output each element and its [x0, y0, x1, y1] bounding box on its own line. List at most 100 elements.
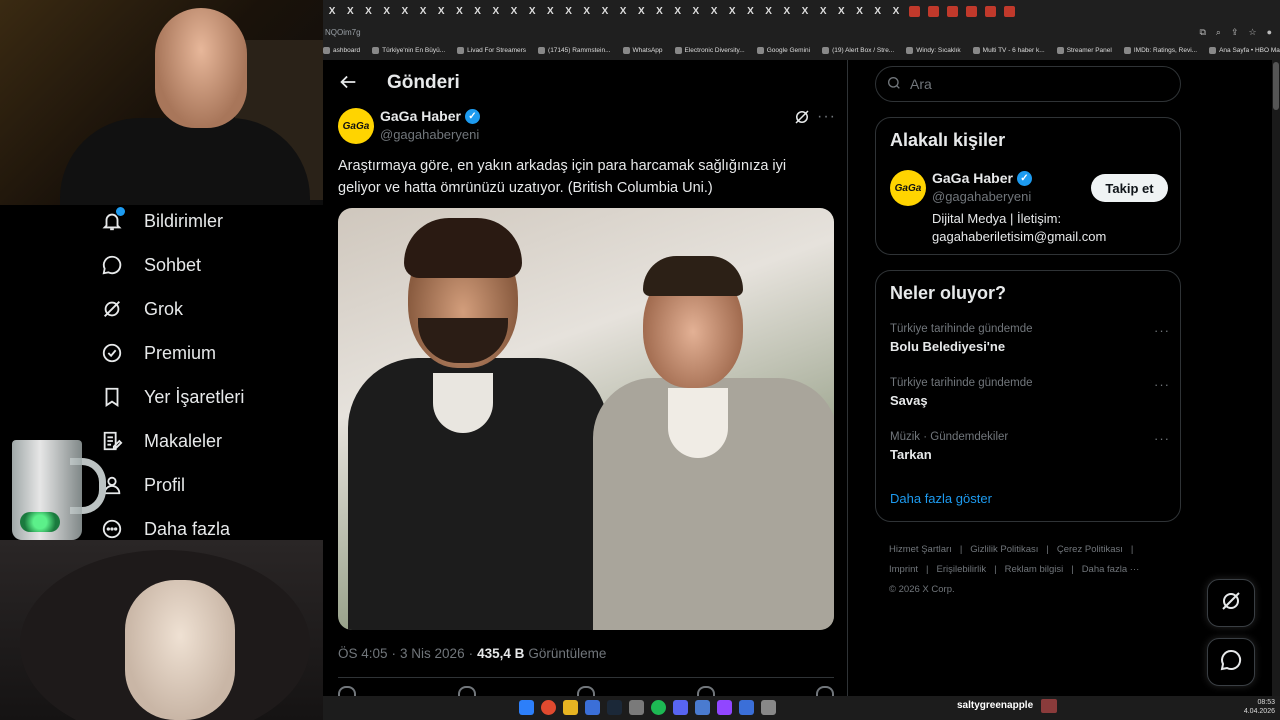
reply-icon[interactable] [338, 686, 356, 696]
browser-tab-x-icon[interactable]: X [469, 6, 487, 17]
related-handle[interactable]: @gagahaberyeni [932, 189, 1031, 204]
steam-icon[interactable] [607, 700, 622, 715]
browser-tab-x-icon[interactable]: X [650, 6, 668, 17]
footer-link[interactable]: Daha fazla ··· [1082, 564, 1140, 575]
bookmark-item[interactable]: Streamer Panel [1056, 46, 1112, 54]
browser-tab-x-icon[interactable]: X [741, 6, 759, 17]
grok-floating-button[interactable] [1207, 579, 1255, 627]
like-icon[interactable] [577, 686, 595, 696]
browser-tab-x-icon[interactable]: X [487, 6, 505, 17]
post-more-options-icon[interactable]: ··· [817, 108, 836, 126]
browser-tab-x-icon[interactable]: X [432, 6, 450, 17]
nav-item-articles[interactable]: Makaleler [100, 423, 222, 459]
messages-floating-button[interactable] [1207, 638, 1255, 686]
address-bar[interactable]: NQOim7g ⧉ ⌕ ⇪ ☆ ● [323, 22, 1280, 42]
browser-tab-x-icon[interactable]: X [578, 6, 596, 17]
start-icon[interactable] [519, 700, 534, 715]
bookmark-item[interactable]: (17145) Rammstein... [538, 46, 611, 54]
browser-tab-x-icon[interactable]: X [359, 6, 377, 17]
system-tray-clock[interactable]: 08:53 4.04.2026 [1183, 698, 1275, 716]
app-icon[interactable] [739, 700, 754, 715]
star-icon[interactable]: ☆ [1248, 27, 1256, 38]
app-icon[interactable] [629, 700, 644, 715]
post-date[interactable]: 3 Nis 2026 [400, 646, 465, 661]
trend-more-icon[interactable]: ··· [1154, 377, 1170, 392]
browser-tab-x-icon[interactable]: X [687, 6, 705, 17]
browser-tab-x-icon[interactable]: X [614, 6, 632, 17]
browser-tab-red-icon[interactable] [947, 5, 958, 17]
browser-tab-x-icon[interactable]: X [669, 6, 687, 17]
author-name[interactable]: GaGa Haber ✓ [380, 108, 480, 124]
browser-tab-x-icon[interactable]: X [832, 6, 850, 17]
bookmark-item[interactable]: Electronic Diversity... [674, 46, 745, 54]
profile-menu-icon[interactable]: ● [1267, 27, 1272, 38]
bookmark-item[interactable]: Türkiye'nin En Büyü... [372, 46, 445, 54]
trend-item[interactable]: Türkiye tarihinde gündemde Bolu Belediye… [890, 323, 1170, 354]
browser-tab-x-icon[interactable]: X [778, 6, 796, 17]
trend-more-icon[interactable]: ··· [1154, 431, 1170, 446]
browser-tab-x-icon[interactable]: X [705, 6, 723, 17]
footer-link[interactable]: Imprint [889, 564, 918, 575]
browser-tab-x-icon[interactable]: X [723, 6, 741, 17]
author-avatar[interactable]: GaGa [338, 108, 374, 144]
app-icon[interactable] [761, 700, 776, 715]
grok-explain-icon[interactable] [793, 108, 811, 126]
bookmark-item[interactable]: WhatsApp [622, 46, 663, 54]
browser-tab-red-icon[interactable] [1004, 5, 1015, 17]
trend-item[interactable]: Türkiye tarihinde gündemde Savaş ··· [890, 377, 1170, 408]
scrollbar-thumb[interactable] [1273, 62, 1279, 110]
browser-tab-x-icon[interactable]: X [796, 6, 814, 17]
author-handle[interactable]: @gagahaberyeni [380, 127, 479, 142]
browser-tab-red-icon[interactable] [909, 5, 920, 17]
repost-icon[interactable] [457, 686, 476, 696]
nav-item-profile[interactable]: Profil [100, 467, 185, 503]
browser-tab-x-icon[interactable]: X [850, 6, 868, 17]
bookmark-item[interactable]: Livad For Streamers [457, 46, 526, 54]
browser-tab-x-icon[interactable]: X [505, 6, 523, 17]
browser-tab-x-icon[interactable]: X [396, 6, 414, 17]
browser-tab-x-icon[interactable]: X [760, 6, 778, 17]
nav-item-grok[interactable]: Grok [100, 291, 183, 327]
chrome-icon[interactable] [541, 700, 556, 715]
discord-icon[interactable] [673, 700, 688, 715]
footer-link[interactable]: Gizlilik Politikası [970, 544, 1038, 555]
scrollbar-track[interactable] [1272, 60, 1280, 696]
follow-button[interactable]: Takip et [1091, 174, 1168, 202]
related-avatar[interactable]: GaGa [890, 170, 926, 206]
install-icon[interactable]: ⧉ [1199, 27, 1205, 38]
bookmark-item[interactable]: (19) Alert Box / Stre... [822, 46, 894, 54]
bookmark-item[interactable]: Ana Sayfa • HBO Max [1209, 46, 1280, 54]
app-icon[interactable] [585, 700, 600, 715]
search-input[interactable]: Ara [875, 66, 1181, 102]
related-name[interactable]: GaGa Haber ✓ [932, 170, 1032, 186]
browser-tab-x-icon[interactable]: X [523, 6, 541, 17]
show-more-link[interactable]: Daha fazla göster [890, 491, 992, 506]
nav-item-chat[interactable]: Sohbet [100, 247, 201, 283]
footer-link[interactable]: Hizmet Şartları [889, 544, 952, 555]
post-image[interactable] [338, 208, 834, 630]
back-arrow-icon[interactable] [337, 71, 359, 93]
share-icon[interactable]: ⇪ [1231, 27, 1239, 38]
browser-tab-x-icon[interactable]: X [632, 6, 650, 17]
footer-link[interactable]: Erişilebilirlik [937, 564, 987, 575]
bookmark-item[interactable]: IMDb: Ratings, Revi... [1123, 46, 1197, 54]
app-icon[interactable] [695, 700, 710, 715]
browser-tab-x-icon[interactable]: X [596, 6, 614, 17]
trend-more-icon[interactable]: ··· [1154, 323, 1170, 338]
footer-link[interactable]: | [926, 564, 928, 575]
footer-link[interactable]: Çerez Politikası [1057, 544, 1123, 555]
browser-tab-x-icon[interactable]: X [887, 6, 905, 17]
browser-tab-x-icon[interactable]: X [323, 6, 341, 17]
browser-tab-x-icon[interactable]: X [869, 6, 887, 17]
zoom-icon[interactable]: ⌕ [1216, 27, 1221, 38]
browser-tab-x-icon[interactable]: X [414, 6, 432, 17]
twitch-icon[interactable] [717, 700, 732, 715]
browser-tab-red-icon[interactable] [928, 5, 939, 17]
browser-tab-red-icon[interactable] [985, 5, 996, 17]
browser-tab-x-icon[interactable]: X [341, 6, 359, 17]
footer-link[interactable]: Reklam bilgisi [1005, 564, 1064, 575]
bookmark-item[interactable]: Google Gemini [756, 46, 810, 54]
footer-link[interactable]: | [1131, 544, 1133, 555]
share-post-icon[interactable] [816, 686, 834, 696]
browser-tab-x-icon[interactable]: X [378, 6, 396, 17]
